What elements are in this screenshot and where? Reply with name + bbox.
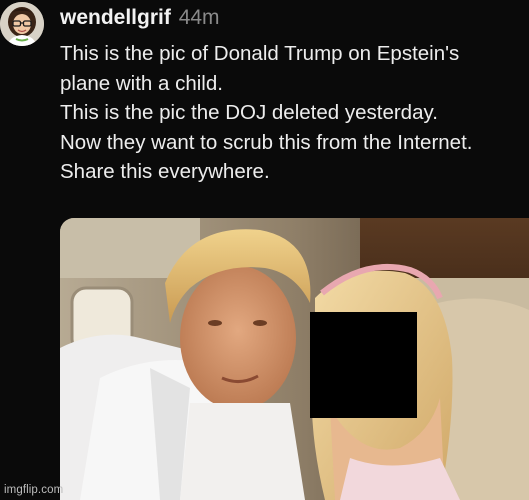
imgflip-watermark: imgflip.com	[4, 484, 64, 496]
post-text: This is the pic of Donald Trump on Epste…	[60, 39, 529, 187]
post-text-line: Now they want to scrub this from the Int…	[60, 130, 473, 154]
post: wendellgrif 44m This is the pic of Donal…	[0, 0, 529, 500]
post-text-line: This is the pic the DOJ deleted yesterda…	[60, 101, 438, 124]
post-header: wendellgrif 44m	[60, 4, 220, 34]
username[interactable]: wendellgrif	[60, 6, 171, 29]
timestamp: 44m	[178, 6, 220, 29]
cartoon-avatar-icon	[0, 2, 44, 46]
photo-image	[60, 218, 529, 500]
attached-photo[interactable]	[60, 218, 529, 500]
post-text-line: This is the pic of Donald Trump on Epste…	[60, 42, 460, 65]
censor-box	[310, 312, 417, 418]
post-text-line: Share this everywhere.	[60, 160, 270, 183]
avatar[interactable]	[0, 2, 44, 46]
post-text-line: plane with a child.	[60, 71, 223, 95]
